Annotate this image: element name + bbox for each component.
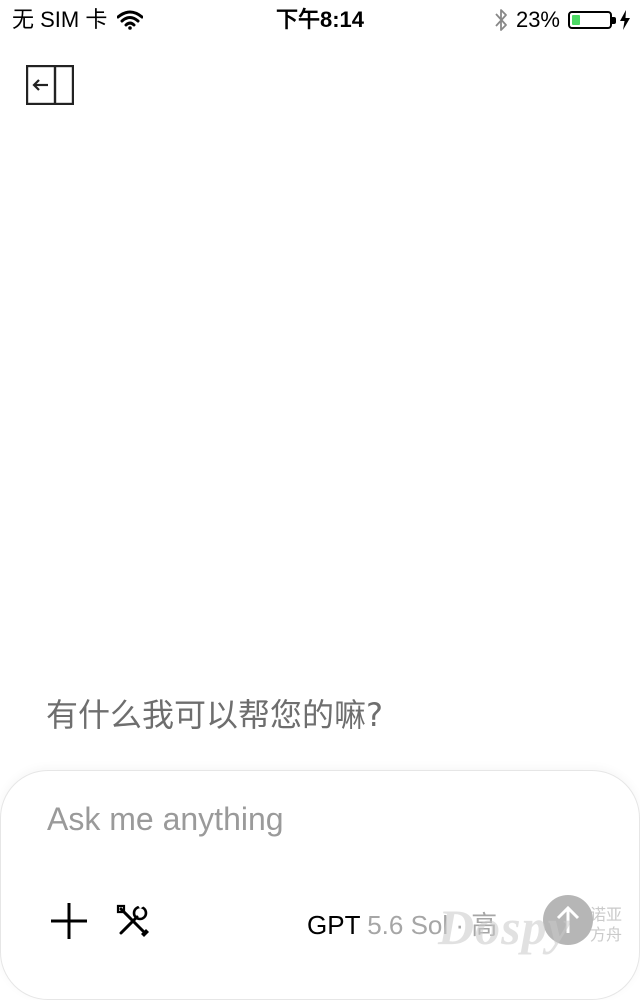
sidebar-toggle-icon xyxy=(25,64,75,106)
lightning-icon xyxy=(620,10,630,30)
status-bar: 无 SIM 卡 下午8:14 23% xyxy=(0,0,640,40)
greeting-text: 有什么我可以帮您的嘛? xyxy=(46,696,383,734)
tools-icon xyxy=(116,901,149,937)
status-bar-right: 23% xyxy=(494,0,630,40)
model-variant: 5.6 Sol · 高 xyxy=(367,910,498,940)
model-name: GPT xyxy=(307,910,360,940)
bluetooth-icon xyxy=(495,9,507,31)
battery-nub xyxy=(612,17,616,24)
battery-indicator xyxy=(568,11,616,29)
battery-fill xyxy=(572,15,581,25)
tools-button[interactable] xyxy=(113,901,153,941)
plus-icon xyxy=(51,903,87,939)
battery-percent: 23% xyxy=(515,7,560,32)
model-selector[interactable]: GPT 5.6 Sol · 高 xyxy=(307,905,497,942)
add-attachment-button[interactable] xyxy=(45,897,93,945)
arrow-up-icon xyxy=(556,905,580,933)
message-input[interactable] xyxy=(47,801,587,838)
send-button[interactable] xyxy=(543,895,593,945)
sidebar-toggle-button[interactable] xyxy=(25,64,75,106)
composer-panel: GPT 5.6 Sol · 高 xyxy=(0,770,640,1000)
